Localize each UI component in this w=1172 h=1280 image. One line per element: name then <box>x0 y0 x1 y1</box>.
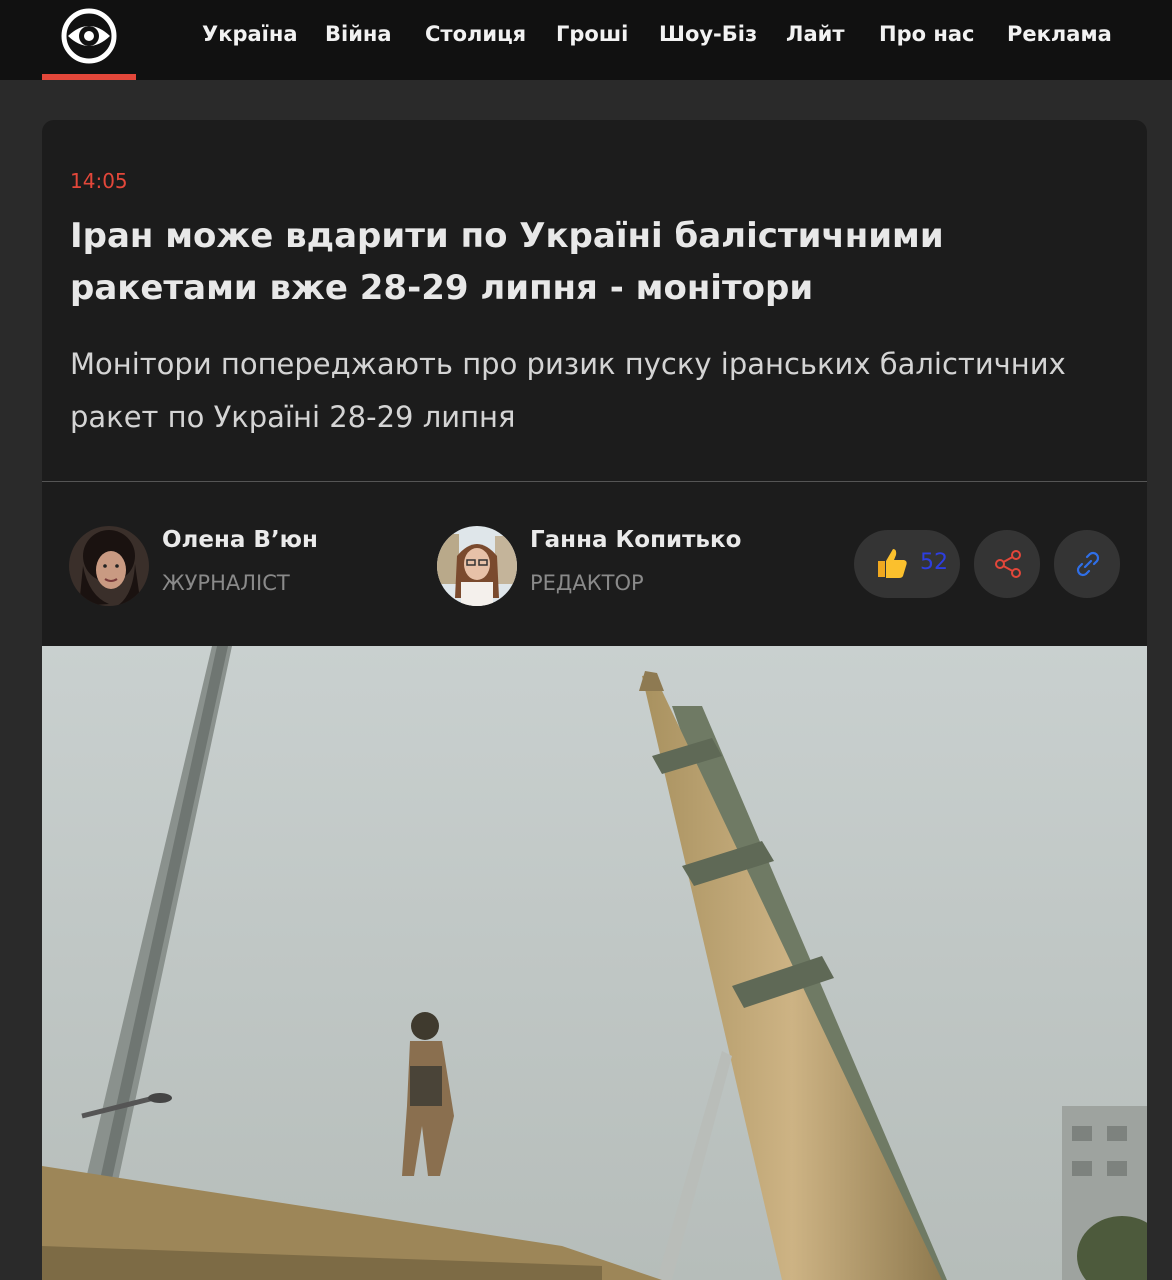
nav-item-about[interactable]: Про нас <box>879 22 974 46</box>
active-logo-indicator <box>42 74 136 80</box>
author-name: Олена В’юн <box>162 527 318 553</box>
like-count: 52 <box>920 550 948 575</box>
top-navigation-bar: Україна Війна Столиця Гроші Шоу-Біз Лайт… <box>0 0 1172 80</box>
avatar <box>437 526 517 606</box>
author-role: ЖУРНАЛІСТ <box>162 571 290 595</box>
publish-time: 14:05 <box>70 169 128 193</box>
author-role: РЕДАКТОР <box>530 571 644 595</box>
thumbs-up-icon <box>878 549 907 578</box>
share-icon <box>995 550 1021 578</box>
copy-link-button[interactable] <box>1054 530 1120 598</box>
author-journalist[interactable]: Олена В’юн ЖУРНАЛІСТ <box>69 523 369 609</box>
divider <box>42 481 1147 482</box>
avatar <box>69 526 149 606</box>
article-title: Іран може вдарити по Україні балістичним… <box>70 216 944 308</box>
link-icon <box>1076 551 1100 577</box>
article-card: 14:05 Іран може вдарити по Україні баліс… <box>42 120 1147 1280</box>
nav-item-money[interactable]: Гроші <box>556 22 628 46</box>
article-lead: Монітори попереджають про ризик пуску ір… <box>70 347 1066 434</box>
author-editor[interactable]: Ганна Копитько РЕДАКТОР <box>437 523 757 609</box>
main-nav: Україна Війна Столиця Гроші Шоу-Біз Лайт… <box>0 0 1172 72</box>
nav-item-war[interactable]: Війна <box>325 22 392 46</box>
like-button[interactable]: 52 <box>854 530 960 598</box>
nav-item-ukraine[interactable]: Україна <box>202 22 298 46</box>
nav-item-lite[interactable]: Лайт <box>786 22 845 46</box>
nav-item-ads[interactable]: Реклама <box>1007 22 1112 46</box>
share-button[interactable] <box>974 530 1040 598</box>
author-name: Ганна Копитько <box>530 527 742 553</box>
article-image <box>42 646 1147 1280</box>
nav-item-capital[interactable]: Столиця <box>425 22 526 46</box>
nav-item-showbiz[interactable]: Шоу-Біз <box>659 22 757 46</box>
